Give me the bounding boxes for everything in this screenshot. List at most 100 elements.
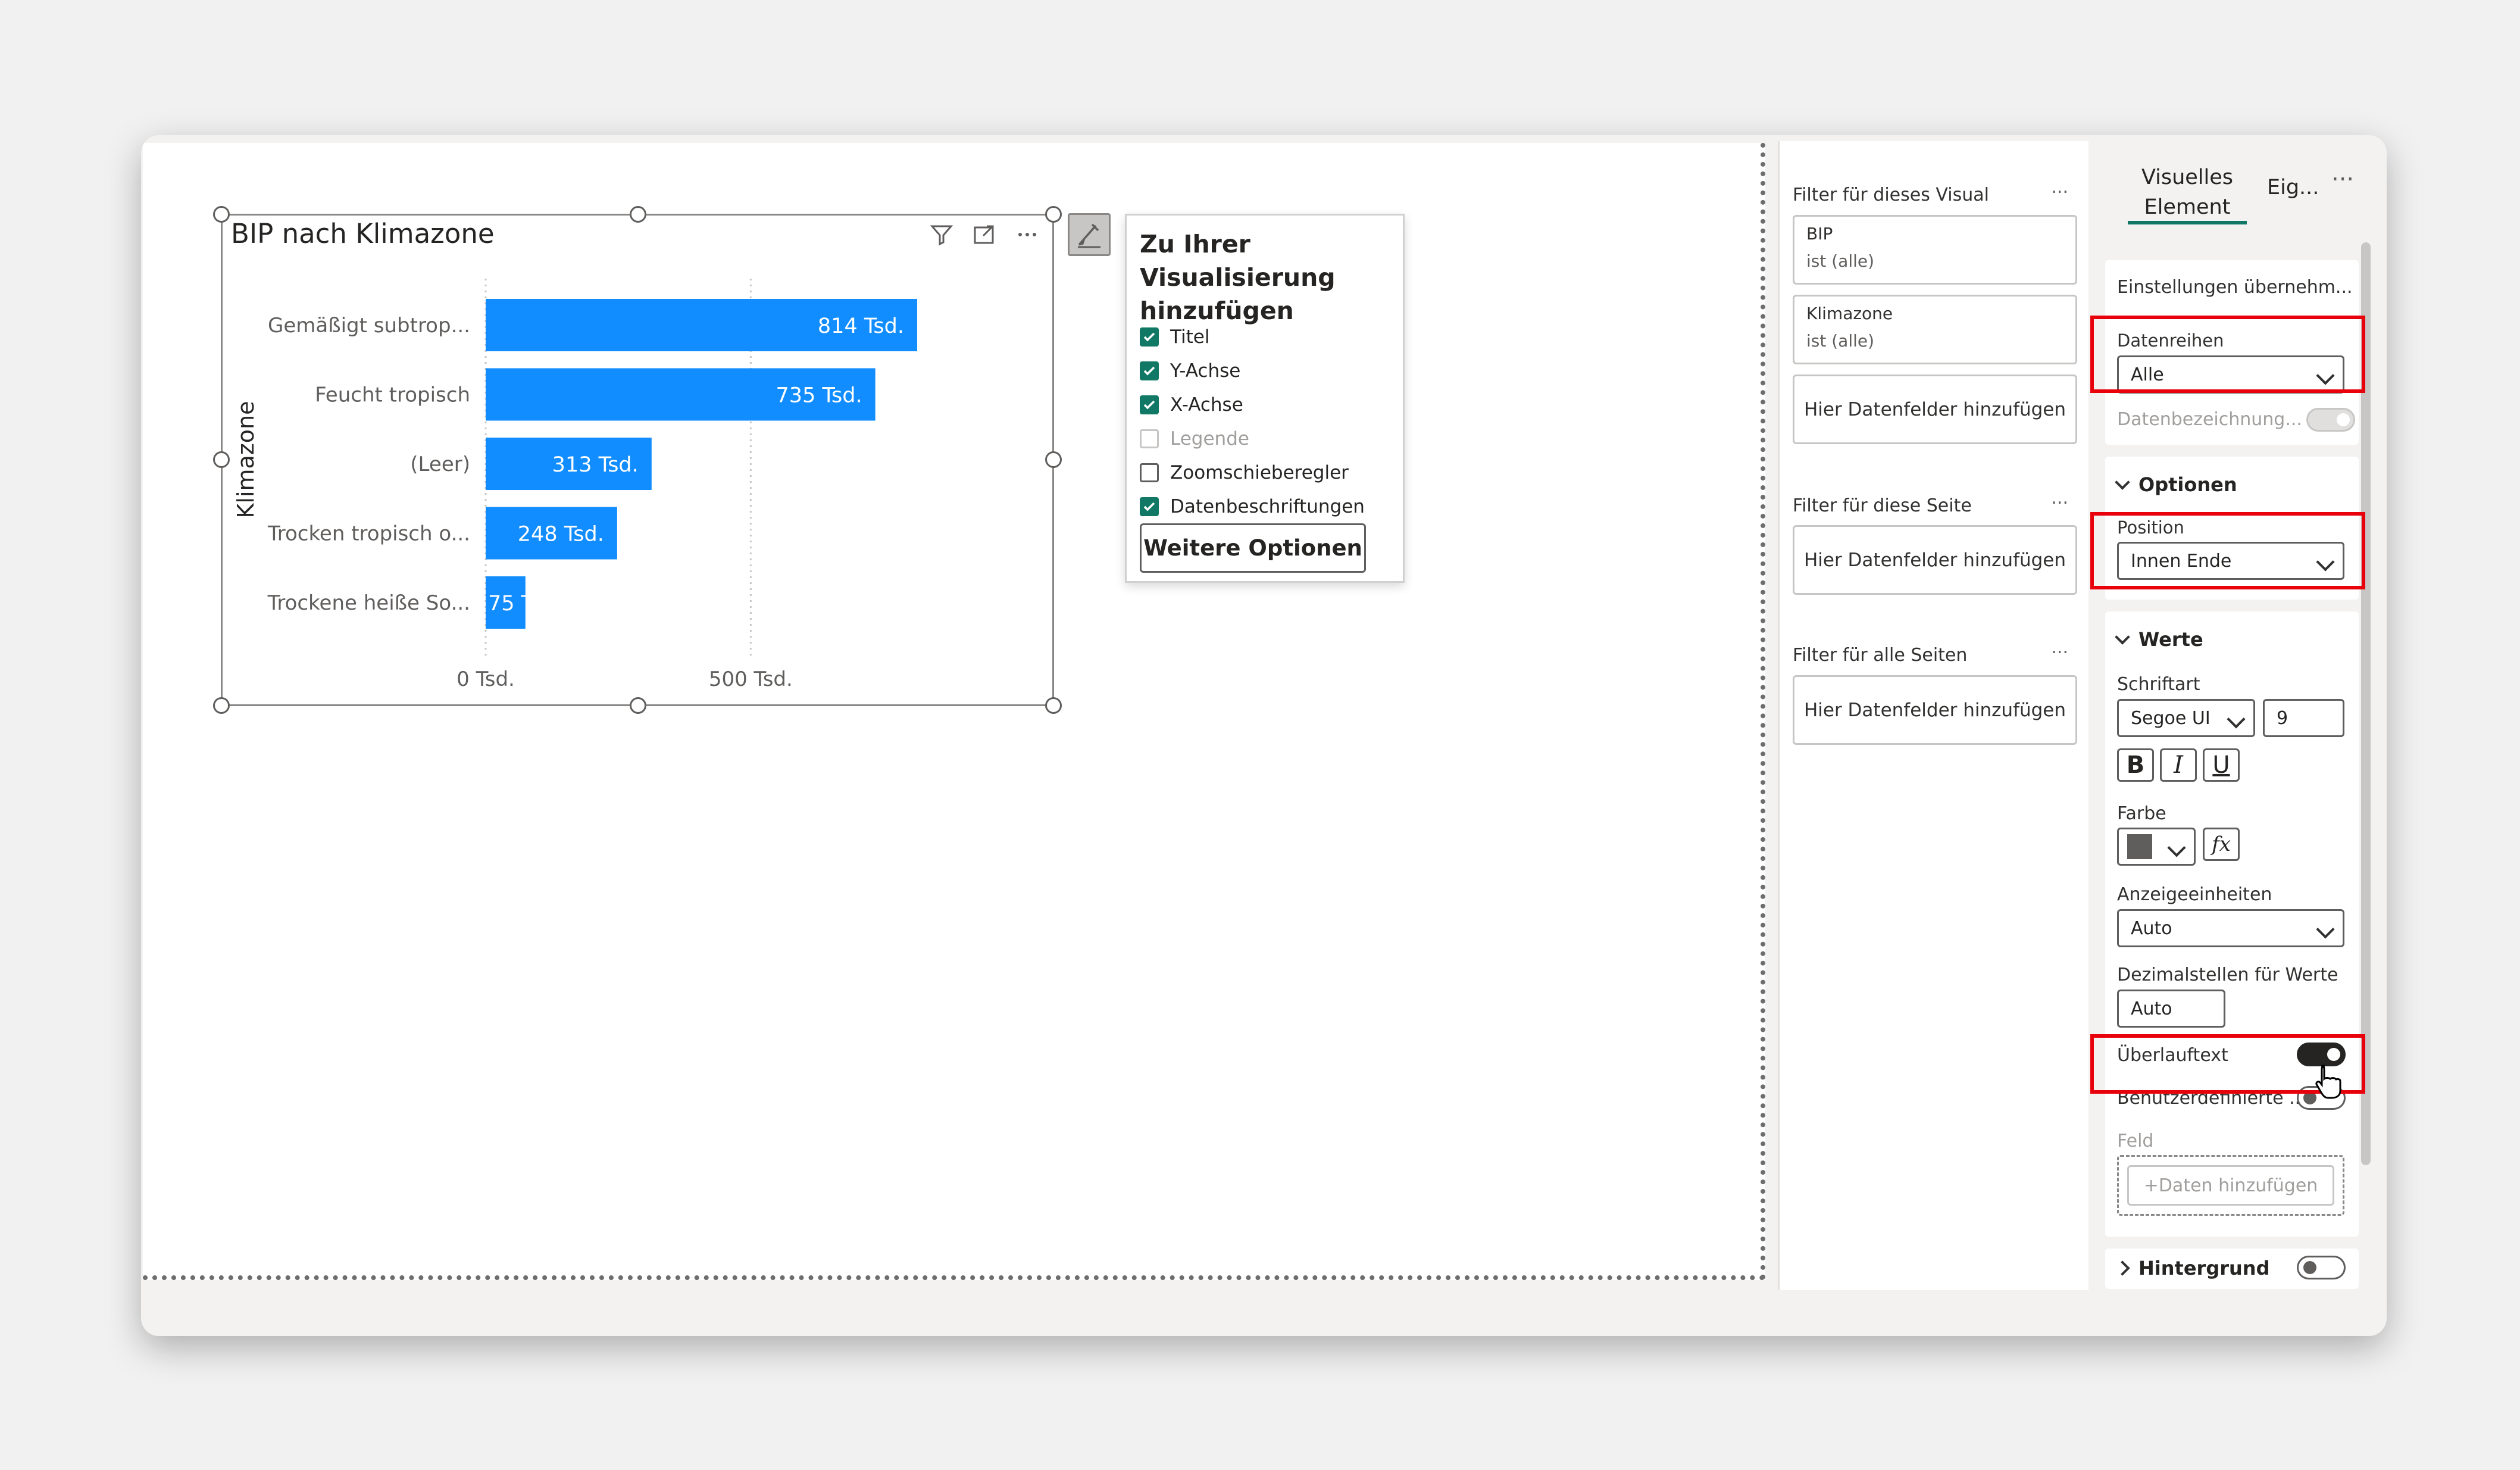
values-card: Werte Schriftart Segoe UI 9 B I U Farbe … [2105, 611, 2359, 1237]
data-label: 248 Tsd. [518, 523, 604, 547]
add-page-filter-dropzone[interactable]: Hier Datenfelder hinzufügen [1793, 525, 2077, 595]
highlight-box [2090, 316, 2365, 393]
font-family-dropdown[interactable]: Segoe UI [2117, 699, 2255, 737]
fx-button[interactable]: fx [2203, 828, 2240, 861]
chevron-down-icon [2316, 920, 2335, 939]
checkmark-icon [1140, 395, 1159, 414]
category-label: Trockene heiße So... [267, 591, 470, 615]
options-section-toggle[interactable]: Optionen [2115, 473, 2237, 496]
bold-button[interactable]: B [2117, 748, 2154, 782]
report-canvas[interactable]: BIP nach Klimazone 0 Tsd. 500 Tsd. Klimazo… [143, 143, 1765, 1280]
filter-card-klimazone[interactable]: Klimazone ist (alle) [1793, 295, 2077, 364]
decimals-stepper[interactable]: Auto [2117, 990, 2225, 1028]
field-label: Feld [2117, 1131, 2154, 1151]
color-swatch [2127, 834, 2152, 859]
checkmark-icon [1140, 497, 1159, 516]
add-visual-filter-dropzone[interactable]: Hier Datenfelder hinzufügen [1793, 374, 2077, 444]
filter-field-value: ist (alle) [1806, 251, 1875, 271]
y-axis-title: Klimazone [233, 401, 259, 519]
checkbox-label: X-Achse [1170, 394, 1243, 416]
decimals-value: Auto [2131, 998, 2172, 1019]
category-label: Gemäßigt subtrop... [268, 314, 470, 338]
format-visual-button[interactable] [1068, 213, 1111, 256]
checkbox-label: Zoomschieberegler [1170, 461, 1349, 483]
checkbox-box [1140, 463, 1159, 482]
filter-card-bip[interactable]: BIP ist (alle) [1793, 215, 2077, 285]
data-label-toggle [2306, 408, 2355, 432]
font-label: Schriftart [2117, 674, 2200, 695]
filter-visual-header: Filter für dieses Visual [1793, 185, 1989, 205]
italic-button[interactable]: I [2160, 748, 2197, 782]
pane-more-icon[interactable]: ... [2331, 159, 2354, 186]
add-all-filter-dropzone[interactable]: Hier Datenfelder hinzufügen [1793, 675, 2077, 745]
decimals-label: Dezimalstellen für Werte [2117, 965, 2338, 985]
font-size-stepper[interactable]: 9 [2263, 699, 2344, 737]
color-picker[interactable] [2117, 828, 2196, 866]
checkbox-y-achse[interactable]: Y-Achse [1140, 354, 1365, 388]
units-label: Anzeigeeinheiten [2117, 884, 2272, 905]
category-label: Trocken tropisch o... [267, 522, 470, 546]
background-card: Hintergrund [2105, 1249, 2359, 1289]
data-label: 735 Tsd. [776, 384, 862, 408]
font-family-value: Segoe UI [2131, 707, 2211, 729]
checkbox-x-achse[interactable]: X-Achse [1140, 388, 1365, 422]
tab-properties[interactable]: Eig... [2267, 176, 2319, 199]
bar-chart-visual[interactable]: BIP nach Klimazone 0 Tsd. 500 Tsd. Klimazo… [213, 206, 1062, 714]
highlight-box [2090, 512, 2365, 589]
popup-title: Zu Ihrer Visualisierung hinzufügen [1140, 230, 1336, 325]
x-tick-label: 0 Tsd. [457, 667, 515, 691]
filter-page-more-icon[interactable]: ... [2051, 488, 2068, 508]
format-pane: Visuelles Element Eig... ... Einstellung… [2090, 141, 2387, 1290]
add-to-visual-popup: Zu Ihrer Visualisierung hinzufügen Titel… [1125, 214, 1405, 583]
add-data-button[interactable]: +Daten hinzufügen [2127, 1165, 2334, 1206]
background-section-toggle[interactable]: Hintergrund [2115, 1257, 2269, 1279]
active-tab-indicator [2128, 221, 2247, 224]
filter-field-name: Klimazone [1806, 304, 1893, 323]
checkmark-icon [1140, 361, 1159, 380]
filter-visual-more-icon[interactable]: ... [2051, 177, 2068, 198]
background-toggle[interactable] [2297, 1256, 2346, 1279]
hand-cursor-icon [2315, 1065, 2341, 1099]
units-value: Auto [2131, 917, 2172, 939]
filters-pane: Filter für dieses Visual ... BIP ist (al… [1778, 141, 2088, 1290]
underline-button[interactable]: U [2203, 748, 2240, 782]
filter-all-more-icon[interactable]: ... [2051, 637, 2068, 658]
tab-visual[interactable]: Visuelles Element [2128, 163, 2247, 222]
checkbox-label: Legende [1170, 427, 1249, 450]
chart-plot-area: 0 Tsd. 500 Tsd. Klimazone Gemäßigt subtrop.… [233, 279, 917, 691]
data-label: 75 T [488, 592, 534, 616]
chevron-down-icon [2115, 475, 2130, 490]
field-dropzone[interactable]: +Daten hinzufügen [2117, 1155, 2344, 1216]
chevron-down-icon [2227, 710, 2246, 729]
data-label: 814 Tsd. [818, 314, 904, 338]
more-options-button[interactable]: Weitere Optionen [1140, 523, 1366, 573]
checkbox-label: Datenbeschriftungen [1170, 495, 1365, 517]
filter-page-header: Filter für diese Seite [1793, 495, 1972, 516]
filter-all-header: Filter für alle Seiten [1793, 645, 1968, 666]
x-tick-label: 500 Tsd. [709, 667, 793, 691]
apply-settings-label: Einstellungen übernehm... [2117, 277, 2353, 298]
font-size-value: 9 [2277, 707, 2288, 729]
checkbox-label: Y-Achse [1170, 360, 1241, 382]
checkbox-box [1140, 429, 1159, 448]
checkbox-zoomschieberegler[interactable]: Zoomschieberegler [1140, 455, 1365, 489]
checkbox-legende: Legende [1140, 422, 1365, 455]
data-label: 313 Tsd. [552, 453, 639, 477]
checkbox-titel[interactable]: Titel [1140, 320, 1365, 354]
chevron-right-icon [2115, 1260, 2130, 1276]
category-label: (Leer) [410, 452, 470, 476]
checkbox-label: Titel [1170, 326, 1210, 348]
paintbrush-icon [1078, 223, 1100, 248]
filter-field-value: ist (alle) [1806, 331, 1875, 351]
checkmark-icon [1140, 327, 1159, 347]
chevron-down-icon [2115, 629, 2130, 645]
color-label: Farbe [2117, 803, 2166, 824]
app-window: BIP nach Klimazone 0 Tsd. 500 Tsd. Klimazo… [141, 135, 2387, 1336]
data-label-label: Datenbezeichnung... [2117, 409, 2302, 430]
values-section-toggle[interactable]: Werte [2115, 628, 2203, 651]
filter-field-name: BIP [1806, 224, 1833, 244]
checkbox-datenbeschriftungen[interactable]: Datenbeschriftungen [1140, 489, 1365, 523]
category-label: Feucht tropisch [315, 383, 470, 407]
units-dropdown[interactable]: Auto [2117, 909, 2344, 947]
chevron-down-icon [2167, 838, 2186, 857]
